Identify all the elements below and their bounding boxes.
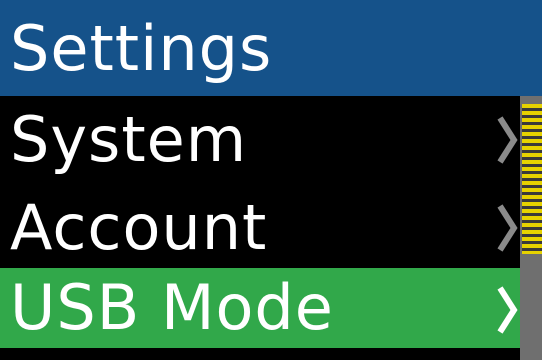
chevron-right-icon [497,286,518,334]
chevron-right-icon [497,204,518,252]
scrollbar-thumb[interactable] [522,104,542,254]
menu-item-label: USB Mode [10,271,334,344]
list-bottom-edge [0,348,520,360]
title-bar: Settings [0,0,542,96]
chevron-right-icon [497,116,518,164]
menu-item-label: System [10,103,248,176]
scrollbar[interactable] [520,96,542,360]
settings-screen: Settings System Account USB Mode [0,0,542,360]
menu-item-account[interactable]: Account [0,184,520,268]
menu-item-system[interactable]: System [0,96,520,184]
page-title: Settings [10,12,273,85]
menu-item-usb-mode[interactable]: USB Mode [0,268,520,348]
menu-item-label: Account [10,191,268,264]
